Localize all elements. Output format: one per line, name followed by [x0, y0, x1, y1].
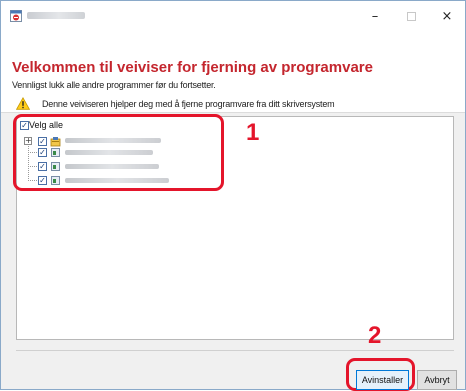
close-icon: × — [441, 8, 453, 24]
callout-number-1: 1 — [246, 119, 260, 146]
warning-message: Denne veiviseren hjelper deg med å fjern… — [42, 99, 335, 109]
callout-highlight-tree — [13, 114, 224, 191]
maximize-icon — [406, 11, 416, 21]
footer-divider — [16, 350, 454, 351]
close-button[interactable]: × — [429, 1, 465, 31]
title-bar[interactable]: – × — [1, 1, 465, 31]
minimize-button[interactable]: – — [357, 1, 393, 31]
uninstall-app-icon — [10, 10, 22, 22]
cancel-button[interactable]: Avbryt — [417, 370, 457, 390]
uninstall-button[interactable]: Avinstaller — [356, 370, 409, 390]
minimize-icon: – — [371, 8, 379, 24]
uninstall-wizard-window: – × Velkommen til veiviser for fjerning … — [0, 0, 466, 391]
page-title: Velkommen til veiviser for fjerning av p… — [12, 59, 373, 76]
page-subtitle: Vennligst lukk alle andre programmer før… — [12, 80, 216, 90]
callout-number-2: 2 — [368, 322, 382, 349]
maximize-button[interactable] — [393, 1, 429, 31]
warning-icon — [16, 97, 30, 110]
window-title — [27, 12, 85, 19]
